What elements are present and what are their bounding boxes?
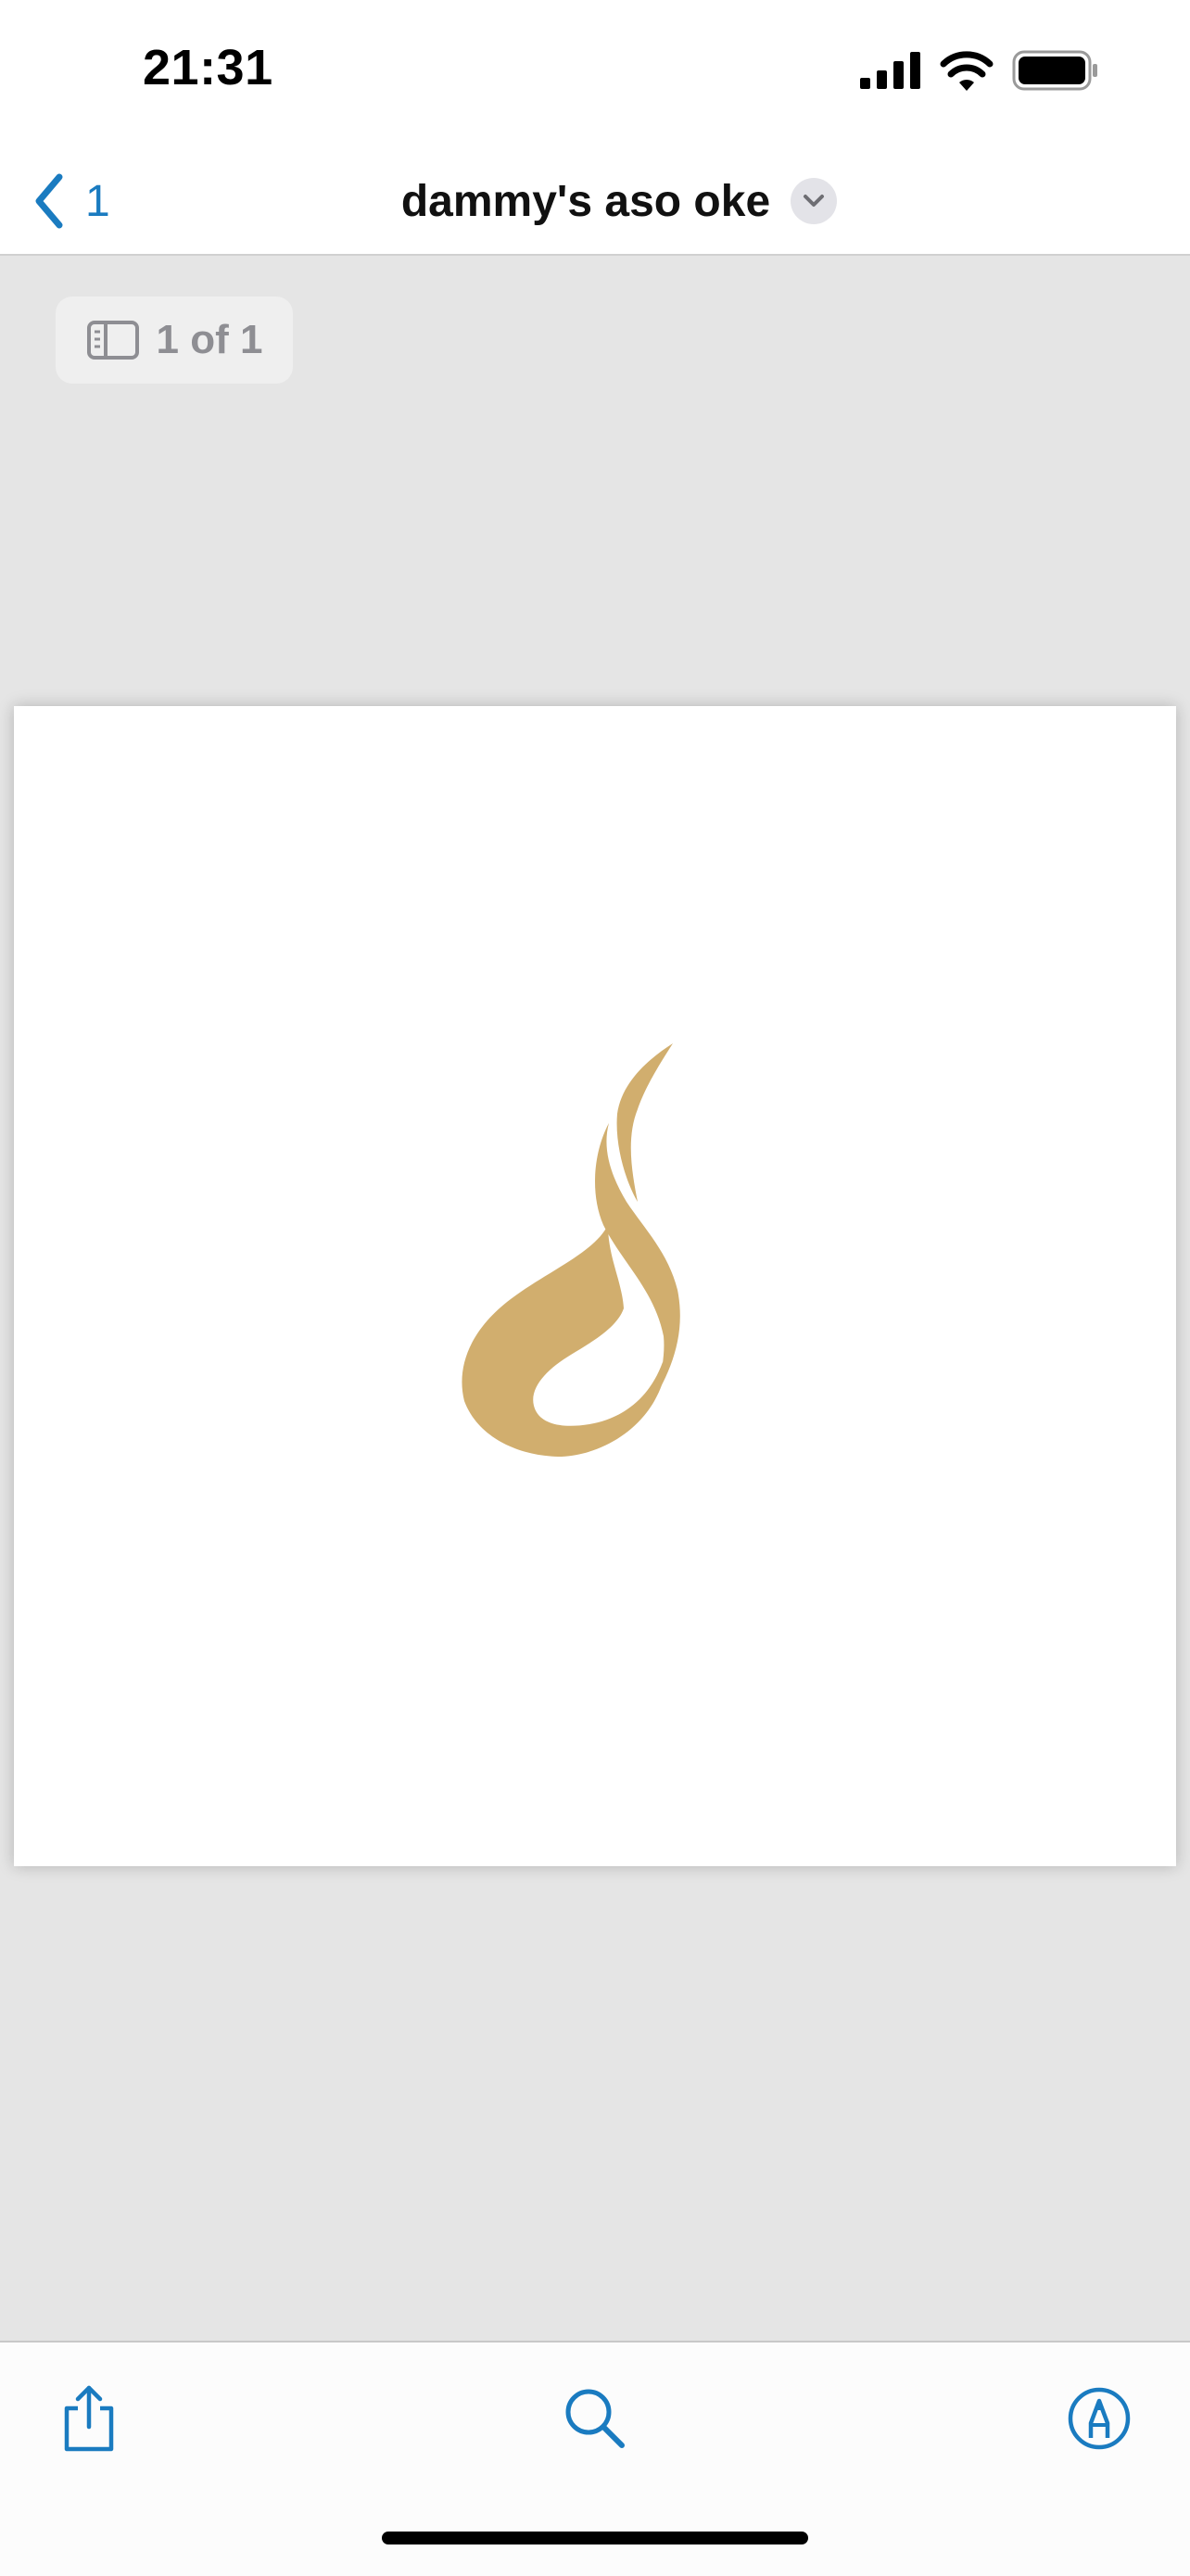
status-bar: 21:31 bbox=[0, 0, 1190, 148]
logo-mark bbox=[462, 1043, 680, 1457]
cellular-signal-icon bbox=[860, 52, 920, 89]
share-icon bbox=[64, 2385, 114, 2452]
markup-button[interactable] bbox=[1057, 2376, 1142, 2461]
search-icon bbox=[565, 2389, 625, 2448]
status-icons bbox=[860, 44, 1099, 96]
chevron-down-icon bbox=[804, 195, 825, 207]
home-indicator[interactable] bbox=[382, 2532, 808, 2544]
document-title: dammy's aso oke bbox=[400, 176, 771, 226]
title-menu-button[interactable] bbox=[791, 178, 838, 224]
sidebar-icon bbox=[86, 321, 139, 360]
page-indicator-label: 1 of 1 bbox=[156, 317, 263, 362]
share-button[interactable] bbox=[46, 2376, 132, 2461]
wifi-icon bbox=[940, 51, 994, 91]
status-time: 21:31 bbox=[143, 40, 273, 95]
document-page[interactable] bbox=[14, 706, 1176, 1866]
page-indicator[interactable]: 1 of 1 bbox=[56, 297, 293, 384]
title-area[interactable]: dammy's aso oke bbox=[0, 159, 1190, 243]
battery-icon bbox=[1012, 50, 1097, 91]
navigation-bar: 1 dammy's aso oke bbox=[0, 148, 1190, 256]
markup-pen-icon bbox=[1068, 2387, 1131, 2450]
search-button[interactable] bbox=[552, 2376, 638, 2461]
